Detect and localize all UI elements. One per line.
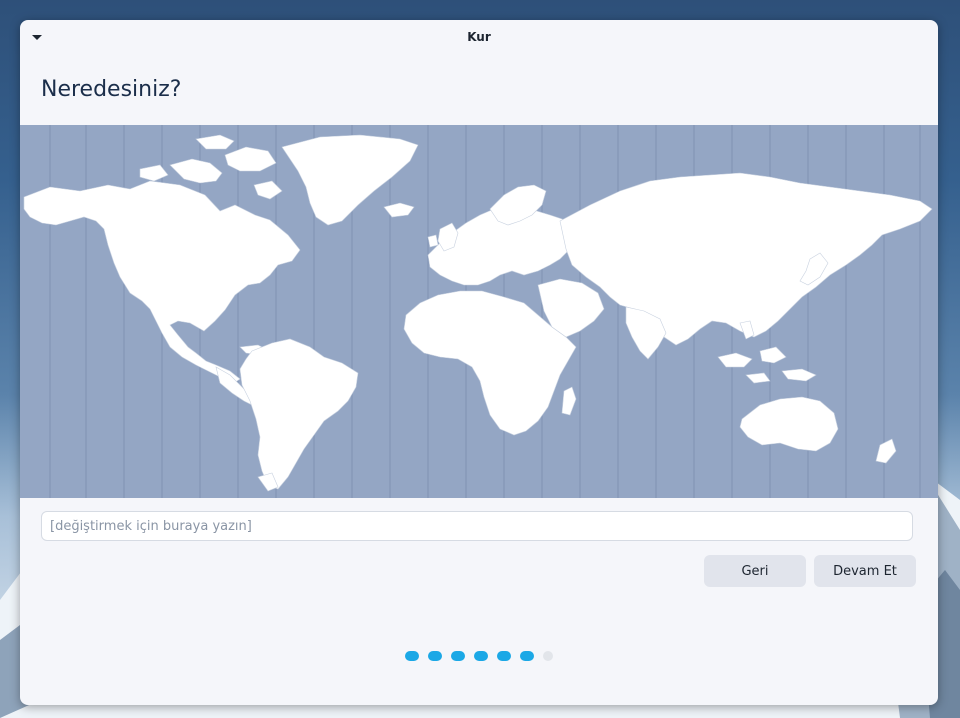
step-dot-7 xyxy=(543,651,553,661)
iceland xyxy=(383,202,415,218)
step-dot-2 xyxy=(428,651,442,661)
world-map[interactable] xyxy=(20,125,938,498)
installer-window: Kur Neredesiniz? [değiştirmek için buray… xyxy=(20,20,938,705)
timezone-map[interactable] xyxy=(20,125,938,498)
step-dot-3 xyxy=(451,651,465,661)
back-button[interactable]: Geri xyxy=(704,555,806,587)
asia xyxy=(559,172,933,346)
page-title: Neredesiniz? xyxy=(41,77,182,102)
continents xyxy=(23,134,933,492)
step-indicator xyxy=(20,651,938,661)
new-zealand xyxy=(875,438,897,464)
australia xyxy=(739,396,839,452)
madagascar xyxy=(561,386,577,416)
window-title: Kur xyxy=(467,30,491,44)
step-dot-6 xyxy=(520,651,534,661)
step-dot-4 xyxy=(474,651,488,661)
continue-button[interactable]: Devam Et xyxy=(814,555,916,587)
step-dot-5 xyxy=(497,651,511,661)
arctic-islands xyxy=(169,158,223,184)
timezone-search-input[interactable] xyxy=(41,511,913,541)
step-dot-1 xyxy=(405,651,419,661)
title-bar: Kur xyxy=(20,20,938,56)
south-america xyxy=(239,338,359,490)
